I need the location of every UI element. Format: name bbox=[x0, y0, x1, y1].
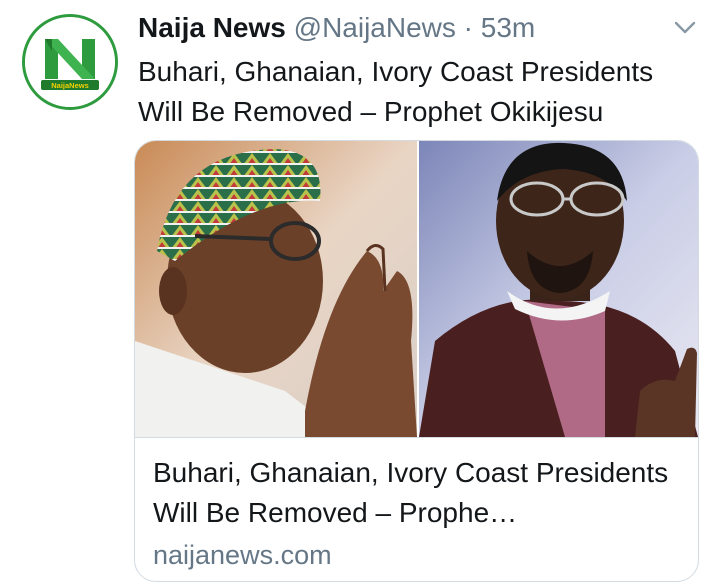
separator-dot: · bbox=[463, 12, 473, 43]
card-title[interactable]: Buhari, Ghanaian, Ivory Coast Presidents… bbox=[153, 453, 683, 533]
tweet-text: Buhari, Ghanaian, Ivory Coast Presidents… bbox=[138, 56, 654, 127]
user-handle[interactable]: @NaijaNews bbox=[294, 12, 456, 43]
portrait-left bbox=[135, 141, 417, 437]
portrait-right bbox=[419, 141, 698, 437]
avatar-logo-text: NaijaNews bbox=[51, 81, 89, 90]
tweet-header: Naija News @NaijaNews · 53m bbox=[138, 10, 535, 46]
naija-news-logo-icon: NaijaNews bbox=[25, 17, 115, 107]
card-image[interactable] bbox=[135, 141, 698, 437]
link-card[interactable]: Buhari, Ghanaian, Ivory Coast Presidents… bbox=[134, 140, 699, 582]
card-divider bbox=[135, 437, 698, 438]
avatar[interactable]: NaijaNews bbox=[22, 14, 118, 110]
chevron-down-icon bbox=[674, 21, 696, 34]
tweet-menu-button[interactable] bbox=[670, 16, 700, 40]
display-name[interactable]: Naija News bbox=[138, 12, 286, 43]
card-domain[interactable]: naijanews.com bbox=[153, 537, 332, 573]
timestamp[interactable]: 53m bbox=[481, 12, 535, 43]
